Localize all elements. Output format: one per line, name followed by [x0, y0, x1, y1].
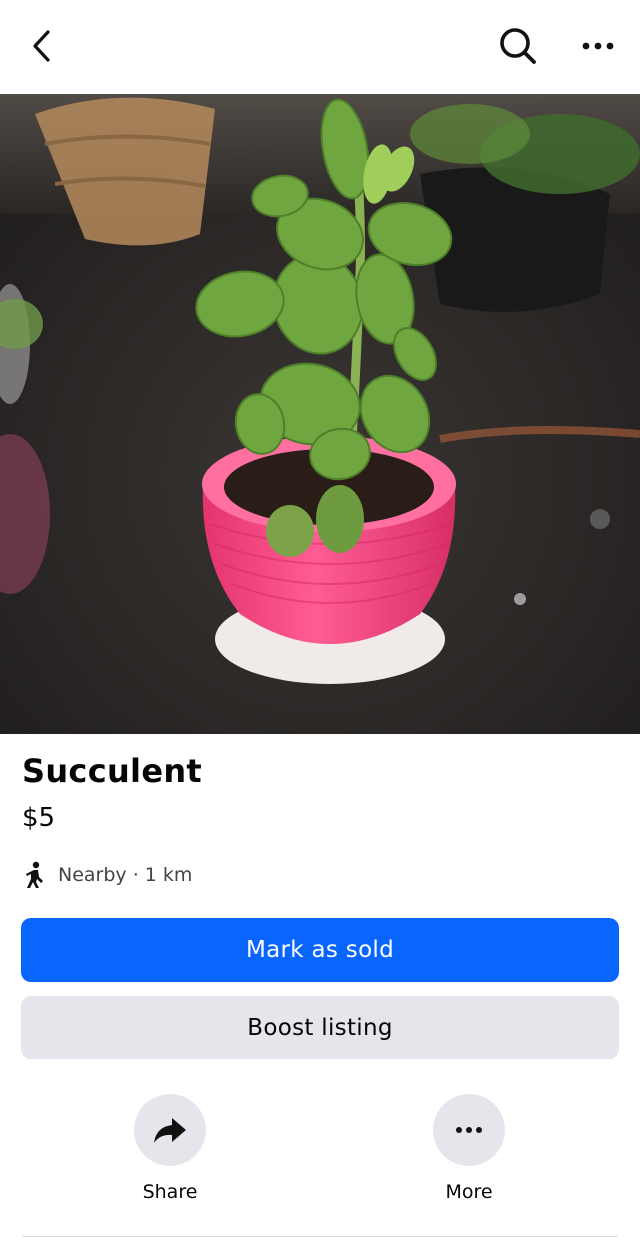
more-button[interactable]: [433, 1094, 505, 1166]
share-arrow-icon: [154, 1118, 186, 1143]
share-action[interactable]: Share: [110, 1094, 230, 1203]
listing-title: Succulent: [22, 752, 202, 790]
more-action[interactable]: More: [409, 1094, 529, 1203]
top-bar: [0, 0, 640, 94]
search-icon: [500, 28, 536, 64]
search-button[interactable]: [494, 22, 542, 70]
listing-photo[interactable]: [0, 94, 640, 734]
boost-listing-button[interactable]: Boost listing: [21, 996, 619, 1059]
more-horizontal-icon: [582, 42, 614, 50]
listing-price: $5: [22, 803, 56, 833]
back-button[interactable]: [18, 22, 66, 70]
divider: [22, 1236, 618, 1237]
more-horizontal-icon: [456, 1127, 482, 1133]
share-label: Share: [142, 1181, 198, 1203]
more-label: More: [445, 1181, 493, 1203]
walking-person-icon: [26, 861, 43, 888]
mark-as-sold-button[interactable]: Mark as sold: [21, 918, 619, 982]
more-options-button[interactable]: [574, 22, 622, 70]
succulent-photo: [0, 94, 640, 734]
share-button[interactable]: [134, 1094, 206, 1166]
distance-info: Nearby · 1 km: [22, 858, 192, 892]
chevron-left-icon: [33, 30, 50, 62]
distance-text: Nearby · 1 km: [58, 864, 193, 886]
